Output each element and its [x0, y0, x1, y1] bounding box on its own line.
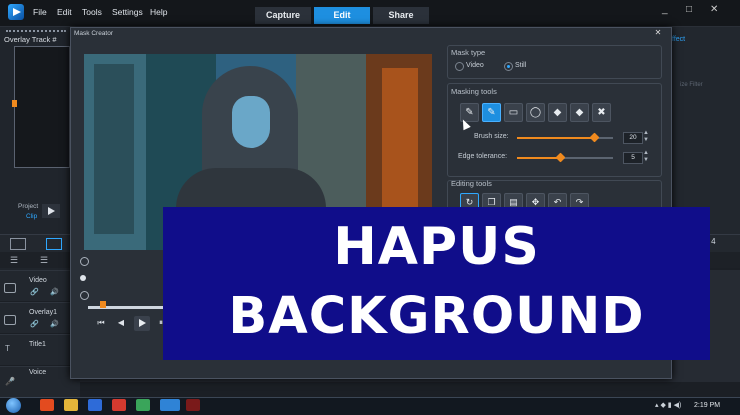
- ellipse-select-icon[interactable]: ◯: [526, 103, 545, 122]
- project-label[interactable]: Project: [18, 203, 38, 210]
- chrome-icon[interactable]: [112, 399, 126, 411]
- close-icon[interactable]: ✕: [710, 4, 718, 15]
- overlay-track-label: Overlay Track #: [4, 35, 57, 44]
- mask-type-title: Mask type: [451, 48, 486, 57]
- spin-down-icon[interactable]: ▼: [643, 137, 649, 143]
- radio-still-label[interactable]: Still: [515, 62, 526, 69]
- firefox-icon[interactable]: [40, 399, 54, 411]
- spin-down-icon[interactable]: ▼: [643, 157, 649, 163]
- tab-share[interactable]: Share: [373, 7, 429, 24]
- word-icon[interactable]: [88, 399, 102, 411]
- trim-marker-icon[interactable]: [12, 100, 17, 107]
- maximize-icon[interactable]: □: [686, 4, 692, 15]
- window-glass: [94, 64, 134, 234]
- chapter-icon[interactable]: ☰: [40, 255, 48, 266]
- editing-tools-title: Editing tools: [451, 179, 492, 188]
- effect-tab[interactable]: ffect: [672, 36, 685, 43]
- track-voice: 🎤 Voice: [0, 366, 80, 398]
- video-editor-taskbar-icon[interactable]: [160, 399, 180, 411]
- minimize-icon[interactable]: _: [662, 4, 668, 15]
- track-overlay: Overlay1 🔗 🔊: [0, 302, 80, 333]
- edge-tolerance-fill: [517, 157, 560, 159]
- spin-up-icon[interactable]: ▲: [643, 150, 649, 156]
- track-label: Video: [29, 277, 47, 284]
- previous-frame-icon[interactable]: ◀: [114, 318, 128, 330]
- track-title: T Title1: [0, 334, 80, 365]
- track-manager-icon[interactable]: ☰: [10, 255, 18, 266]
- tab-capture[interactable]: Capture: [255, 7, 311, 24]
- timeline-view-icon[interactable]: [46, 238, 62, 250]
- options-panel: [664, 27, 740, 234]
- title-track-icon: T: [5, 344, 10, 353]
- menu-file[interactable]: File: [33, 7, 47, 17]
- brush-size-fill: [517, 137, 594, 139]
- folder-icon[interactable]: [64, 399, 78, 411]
- track-label: Title1: [29, 341, 46, 348]
- radio-video[interactable]: [455, 62, 464, 71]
- menu-help[interactable]: Help: [150, 7, 167, 17]
- radio-still[interactable]: [504, 62, 513, 71]
- scrub-handle[interactable]: [100, 301, 106, 308]
- zoom-out-icon[interactable]: [80, 291, 89, 300]
- zoom-slider-handle[interactable]: [80, 275, 86, 281]
- track-label: Overlay1: [29, 309, 58, 316]
- clip-label[interactable]: Clip: [26, 213, 37, 220]
- tab-edit[interactable]: Edit: [314, 7, 370, 24]
- play-icon[interactable]: [134, 316, 150, 331]
- storyboard-view-icon[interactable]: [10, 238, 26, 250]
- track-video: Video 🔗 🔊: [0, 270, 80, 301]
- taskbar: [0, 397, 740, 415]
- filter-label: ize Filter: [680, 82, 703, 88]
- clear-mask-icon[interactable]: ✖: [592, 103, 611, 122]
- menu-edit[interactable]: Edit: [57, 7, 72, 17]
- smart-eraser-icon[interactable]: ◆: [570, 103, 589, 122]
- dialog-close-icon[interactable]: ✕: [652, 28, 664, 38]
- dialog-title: Mask Creator: [74, 30, 114, 37]
- eraser-icon[interactable]: ◆: [548, 103, 567, 122]
- banner-title-line-1: HAPUS: [333, 217, 540, 277]
- taskbar-clock[interactable]: 2:19 PM: [694, 402, 720, 409]
- tray-icons[interactable]: ▴ ◆ ▮ ◀): [655, 401, 681, 409]
- speaker-icon[interactable]: 🔊: [50, 288, 59, 296]
- menu-settings[interactable]: Settings: [112, 7, 143, 17]
- app-logo-icon: [8, 4, 24, 20]
- zoom-in-icon[interactable]: [80, 257, 89, 266]
- speaker-icon[interactable]: 🔊: [50, 320, 59, 328]
- play-button[interactable]: [42, 204, 60, 218]
- go-to-start-icon[interactable]: ⏮: [94, 318, 108, 330]
- overlay-track-icon: [4, 315, 16, 325]
- video-track-icon: [4, 283, 16, 293]
- preview-thumbnail: [14, 46, 70, 168]
- recorder-icon[interactable]: [186, 399, 200, 411]
- brush-size-input[interactable]: 20: [623, 132, 643, 144]
- link-icon[interactable]: 🔗: [30, 288, 39, 296]
- smart-brush-icon[interactable]: ✎: [482, 103, 501, 122]
- banner-title-line-2: BACKGROUND: [228, 287, 645, 346]
- menu-tools[interactable]: Tools: [82, 7, 102, 17]
- media-player-icon[interactable]: [136, 399, 150, 411]
- rectangle-select-icon[interactable]: ▭: [504, 103, 523, 122]
- masking-tools-title: Masking tools: [451, 87, 497, 96]
- spin-up-icon[interactable]: ▲: [643, 130, 649, 136]
- link-icon[interactable]: 🔗: [30, 320, 39, 328]
- track-label: Voice: [29, 369, 47, 376]
- edge-tolerance-label: Edge tolerance:: [458, 153, 508, 160]
- start-button-icon[interactable]: [6, 398, 21, 413]
- radio-video-label[interactable]: Video: [466, 62, 484, 69]
- subject-face: [232, 96, 270, 148]
- microphone-icon: 🎤: [5, 377, 15, 386]
- brush-size-label: Brush size:: [474, 133, 509, 140]
- edge-tolerance-input[interactable]: 5: [623, 152, 643, 164]
- title-bar: [0, 0, 740, 27]
